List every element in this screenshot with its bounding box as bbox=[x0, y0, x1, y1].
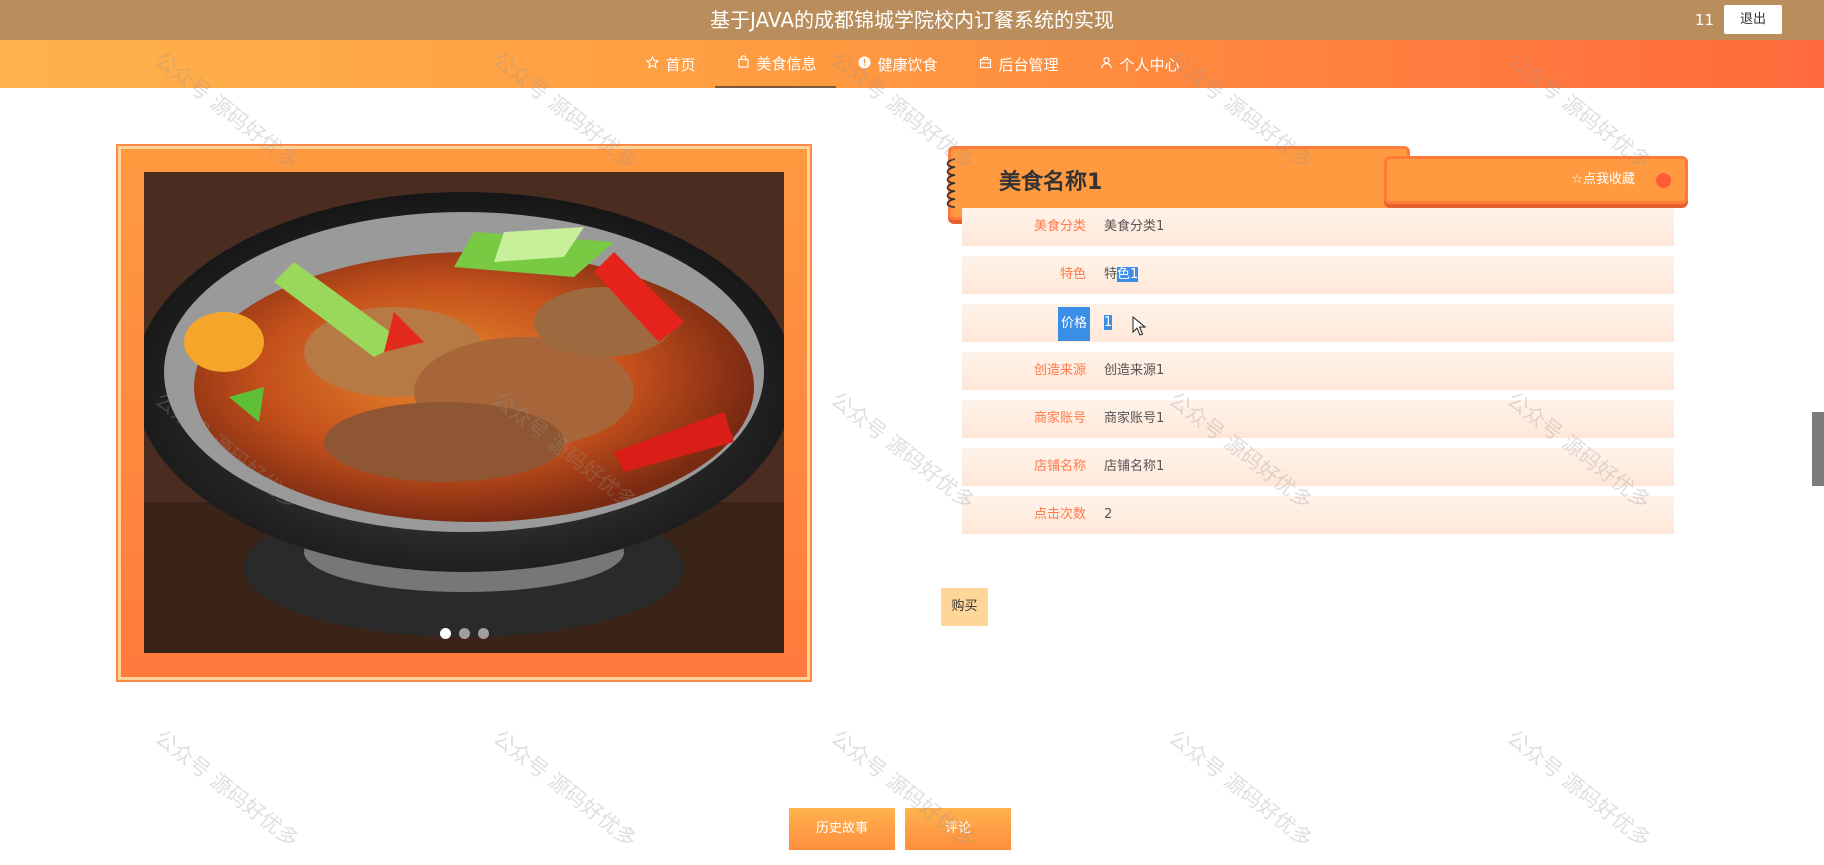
nav-label-healthy-diet: 健康饮食 bbox=[877, 55, 938, 74]
nav-label-admin: 后台管理 bbox=[998, 55, 1059, 74]
info-label: 商家账号 bbox=[1033, 411, 1086, 426]
info-value-plain: 特 bbox=[1104, 267, 1118, 282]
nav-label-home: 首页 bbox=[665, 55, 696, 74]
info-row-feature: 特色 特色1 bbox=[962, 256, 1674, 294]
nav-item-home[interactable]: 首页 bbox=[624, 40, 715, 88]
mouse-cursor-icon bbox=[1132, 316, 1146, 336]
logout-button[interactable]: 退出 bbox=[1724, 5, 1782, 34]
nav-item-personal-center[interactable]: 个人中心 bbox=[1079, 40, 1200, 88]
tab-history-story[interactable]: 历史故事 bbox=[789, 808, 895, 850]
info-row-shop-name: 店铺名称 店铺名称1 bbox=[962, 448, 1674, 486]
favorite-button[interactable]: ☆点我收藏 bbox=[1384, 156, 1688, 204]
info-value: 店铺名称1 bbox=[1104, 459, 1165, 474]
info-value: 2 bbox=[1104, 507, 1113, 522]
favorite-label: ☆点我收藏 bbox=[1571, 172, 1635, 187]
nav-item-admin[interactable]: 后台管理 bbox=[958, 40, 1079, 88]
nav-item-healthy-diet[interactable]: 健康饮食 bbox=[836, 40, 957, 88]
spiral-binding-icon bbox=[946, 158, 956, 208]
carousel-dot-2[interactable] bbox=[458, 628, 470, 639]
nav-label-personal-center: 个人中心 bbox=[1119, 55, 1180, 74]
food-image[interactable] bbox=[144, 172, 784, 653]
user-icon bbox=[1099, 56, 1115, 73]
info-label: 创造来源 bbox=[1033, 363, 1086, 378]
selected-text: 色1 bbox=[1117, 267, 1139, 282]
info-circle-icon bbox=[856, 56, 872, 73]
nav-label-food-info: 美食信息 bbox=[756, 54, 817, 73]
nav-item-food-info[interactable]: 美食信息 bbox=[715, 40, 837, 88]
info-value: 美食分类1 bbox=[1104, 219, 1165, 234]
food-detail: 美食名称1 ☆点我收藏 美食分类 美食分类1 特色 特色1 价格 1 创造来源 … bbox=[0, 88, 1824, 865]
info-value: 1 bbox=[1104, 304, 1113, 342]
info-row-category: 美食分类 美食分类1 bbox=[962, 208, 1674, 246]
food-name: 美食名称1 bbox=[999, 170, 1103, 195]
site-title: 基于JAVA的成都锦城学院校内订餐系统的实现 bbox=[709, 8, 1115, 32]
home-icon bbox=[644, 55, 660, 73]
bag-icon bbox=[735, 54, 751, 72]
info-label: 点击次数 bbox=[1033, 507, 1086, 522]
buy-button[interactable]: 购买 bbox=[941, 588, 988, 626]
carousel-dot-1[interactable] bbox=[439, 628, 451, 639]
info-label: 美食分类 bbox=[1033, 219, 1086, 234]
info-label: 特色 bbox=[1059, 267, 1086, 282]
info-row-origin: 创造来源 创造来源1 bbox=[962, 352, 1674, 390]
image-carousel bbox=[116, 144, 812, 682]
info-row-click-count: 点击次数 2 bbox=[962, 496, 1674, 534]
info-value: 商家账号1 bbox=[1104, 411, 1165, 426]
info-row-price: 价格 1 bbox=[962, 304, 1674, 342]
tab-comments[interactable]: 评论 bbox=[905, 808, 1011, 850]
info-value: 特色1 bbox=[1104, 256, 1139, 294]
carousel-dot-3[interactable] bbox=[477, 628, 489, 639]
user-name: 11 bbox=[1694, 11, 1714, 29]
top-bar: 基于JAVA的成都锦城学院校内订餐系统的实现 11 退出 bbox=[0, 0, 1824, 40]
selected-text: 1 bbox=[1104, 315, 1113, 330]
carousel-indicators bbox=[144, 628, 784, 639]
info-label: 店铺名称 bbox=[1033, 459, 1086, 474]
scrollbar[interactable] bbox=[1812, 412, 1824, 486]
main-nav: 首页 美食信息 健康饮食 后台管理 个人中心 bbox=[0, 40, 1824, 88]
info-row-merchant-account: 商家账号 商家账号1 bbox=[962, 400, 1674, 438]
briefcase-icon bbox=[978, 56, 994, 73]
info-label: 价格 bbox=[1058, 307, 1090, 341]
favorite-dot-icon bbox=[1656, 173, 1671, 188]
info-value: 创造来源1 bbox=[1104, 363, 1165, 378]
